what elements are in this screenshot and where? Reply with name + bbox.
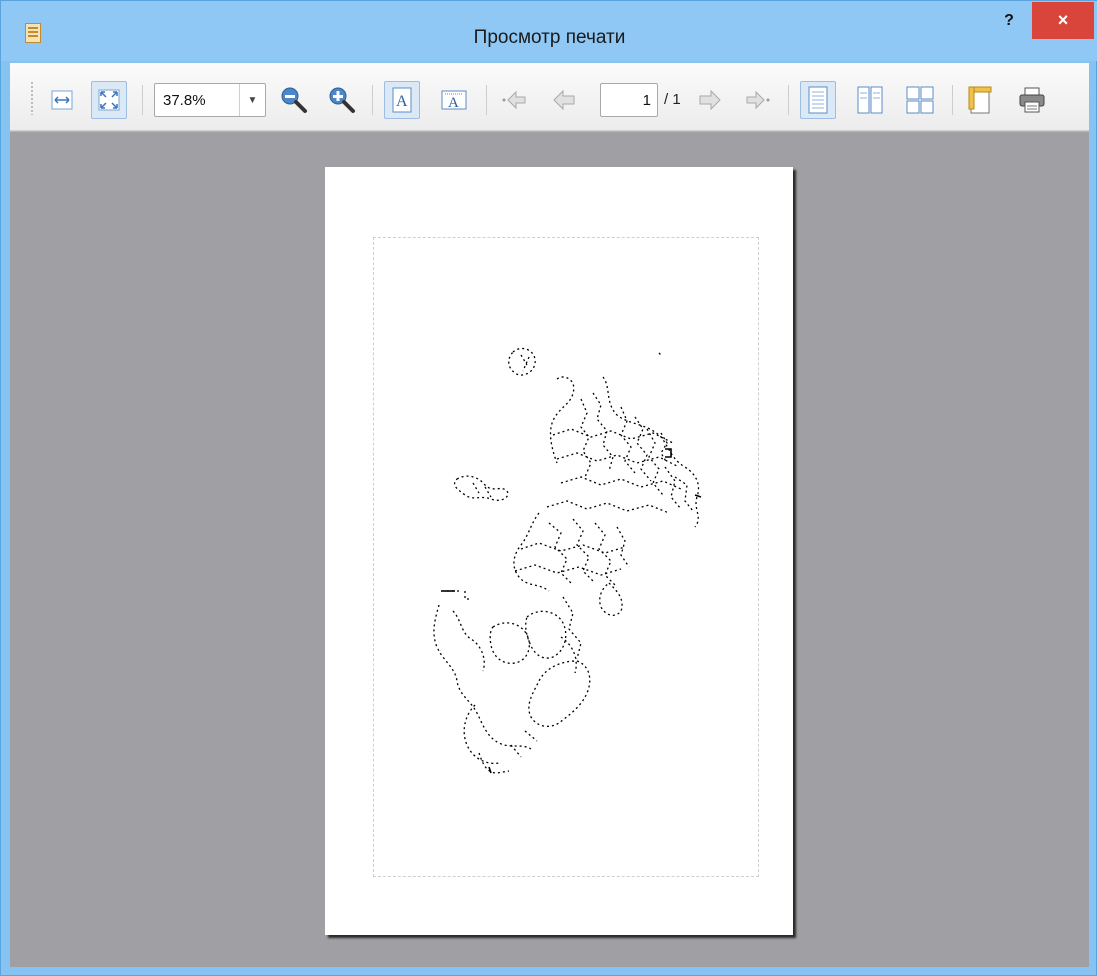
toolbar-separator [486, 85, 487, 115]
print-preview-window: Просмотр печати ? × 37.8% ▼ A A 1 / 1 [0, 0, 1097, 976]
svg-text:A: A [448, 95, 459, 111]
print-button[interactable] [1014, 81, 1050, 119]
portrait-icon: A [392, 87, 412, 113]
toolbar-separator [952, 85, 953, 115]
preview-page [325, 167, 793, 935]
toolbar: 37.8% ▼ A A 1 / 1 [10, 63, 1089, 131]
overview-icon [906, 86, 934, 114]
print-icon [1019, 87, 1045, 113]
page-number-input[interactable]: 1 [600, 83, 658, 117]
zoom-in-button[interactable] [324, 81, 360, 119]
zoom-value[interactable]: 37.8% [163, 92, 206, 109]
facing-pages-button[interactable] [852, 81, 888, 119]
toolbar-grip-icon[interactable] [30, 81, 34, 115]
page-total: / 1 [664, 91, 681, 108]
overview-button[interactable] [902, 81, 938, 119]
page-setup-button[interactable] [962, 81, 998, 119]
help-button[interactable]: ? [997, 9, 1021, 33]
toolbar-separator [788, 85, 789, 115]
single-page-button[interactable] [800, 81, 836, 119]
zoom-combo[interactable]: 37.8% ▼ [154, 83, 266, 117]
portrait-button[interactable]: A [384, 81, 420, 119]
first-page-button[interactable] [496, 81, 532, 119]
landscape-icon: A [441, 90, 467, 111]
zoom-out-icon [281, 87, 307, 113]
window-title: Просмотр печати [473, 27, 626, 48]
page-setup-icon [968, 86, 992, 114]
zoom-out-button[interactable] [276, 81, 312, 119]
zoom-in-icon [329, 87, 355, 113]
fit-width-button[interactable] [44, 81, 80, 119]
next-page-icon [699, 89, 721, 111]
last-page-icon [746, 90, 770, 110]
facing-pages-icon [857, 86, 883, 114]
toolbar-separator [142, 85, 143, 115]
previous-page-button[interactable] [546, 81, 582, 119]
preview-canvas[interactable] [10, 132, 1089, 967]
map-drawing [433, 347, 702, 774]
first-page-icon [502, 90, 526, 110]
fit-width-icon [51, 90, 73, 110]
toolbar-separator [372, 85, 373, 115]
previous-page-icon [553, 89, 575, 111]
fit-page-button[interactable] [91, 81, 127, 119]
close-button[interactable]: × [1032, 2, 1094, 39]
title-bar[interactable]: Просмотр печати ? × [1, 1, 1097, 61]
svg-text:A: A [396, 93, 408, 110]
single-page-icon [808, 86, 828, 114]
last-page-button[interactable] [740, 81, 776, 119]
next-page-button[interactable] [692, 81, 728, 119]
chevron-down-icon[interactable]: ▼ [239, 84, 265, 116]
fit-page-icon [98, 89, 120, 111]
landscape-button[interactable]: A [436, 81, 472, 119]
